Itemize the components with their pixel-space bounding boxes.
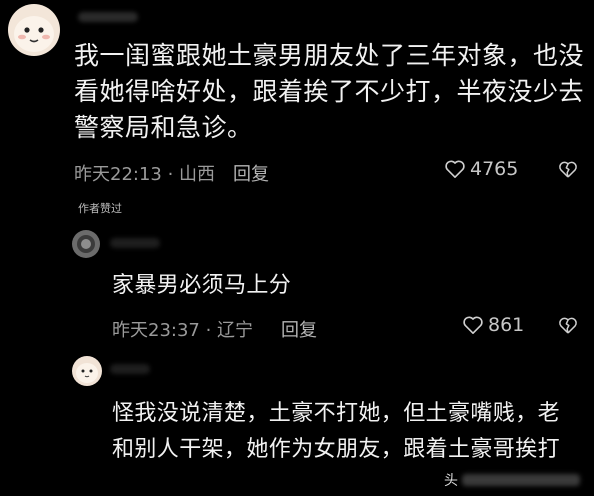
reply-avatar[interactable] [72,230,100,258]
watermark-blur [462,474,580,486]
reply-reply-button[interactable]: 回复 [281,320,317,341]
heart-icon [444,159,466,179]
broken-heart-icon [558,316,578,335]
comment-avatar[interactable] [8,4,60,56]
reply-meta: 昨天23:37 · 辽宁 回复 [112,316,317,342]
reply-avatar[interactable] [72,356,102,386]
author-liked-badge: 作者赞过 [78,202,122,215]
comment-time-location: 昨天22:13 · 山西 [74,164,216,185]
reply-username[interactable] [110,364,150,374]
comment-reply-button[interactable]: 回复 [233,164,269,185]
comment-dislike-button[interactable] [558,160,578,179]
comment-body: 我一闺蜜跟她土豪男朋友处了三年对象，也没看她得啥好处，跟着挨了不少打，半夜没少去… [74,41,585,142]
reply-username[interactable] [110,238,160,248]
watermark: 头 [444,470,580,490]
broken-heart-icon [558,160,578,179]
comment-username[interactable] [78,12,138,22]
comment-meta: 昨天22:13 · 山西 回复 [74,160,269,186]
heart-icon [462,315,484,335]
reply-like-count: 861 [488,314,525,336]
reply-time-location: 昨天23:37 · 辽宁 [112,320,254,341]
comment-like-button[interactable]: 4765 [444,158,518,180]
watermark-text: 头 [444,473,458,489]
reply-like-button[interactable]: 861 [462,314,524,336]
reply-dislike-button[interactable] [558,316,578,335]
reply-body: 家暴男必须马上分 [112,273,292,298]
comment-like-count: 4765 [470,158,519,180]
